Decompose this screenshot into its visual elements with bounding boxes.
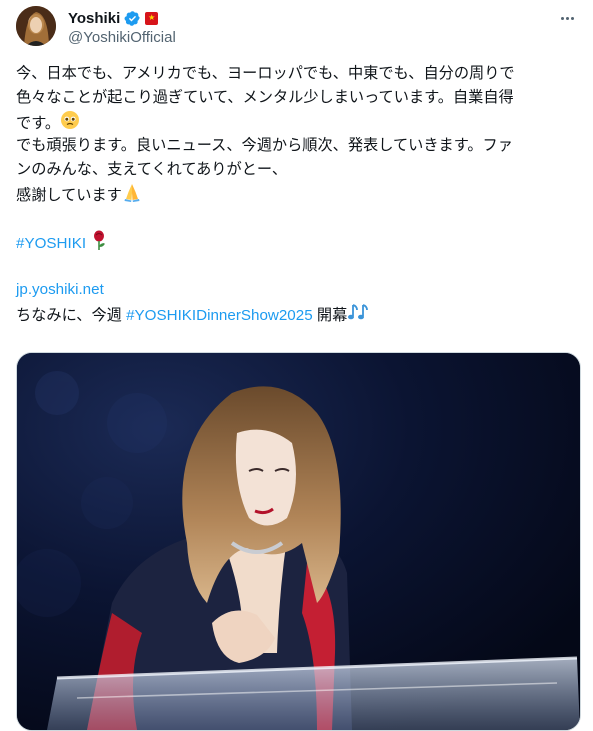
folded-hands-emoji xyxy=(122,182,142,210)
external-link[interactable]: jp.yoshiki.net xyxy=(16,281,104,298)
more-options-icon[interactable] xyxy=(557,8,577,28)
tweet-text-suffix: 開幕 xyxy=(312,307,348,325)
rose-emoji xyxy=(90,230,108,258)
tweet-line: でも頑張ります。良いニュース、今週から順次、発表していきます。ファ xyxy=(16,137,513,154)
tweet-line: 色々なことが起こり過ぎていて、メンタル少しまいっています。自業自得 xyxy=(16,89,514,106)
tweet-text-prefix: ちなみに、今週 xyxy=(16,307,127,325)
flag-icon: ★ xyxy=(145,11,159,25)
avatar[interactable] xyxy=(16,6,56,46)
performer-photo xyxy=(17,353,580,730)
tweet-line: です。 xyxy=(16,115,61,133)
display-name[interactable]: Yoshiki xyxy=(68,10,120,27)
tweet-line: ンのみんな、支えてくれてありがとー、 xyxy=(16,161,288,178)
tweet-media-photo[interactable] xyxy=(16,352,581,731)
tweet-line: 感謝しています xyxy=(16,187,122,205)
tweet-text: 今、日本でも、アメリカでも、ヨーロッパでも、中東でも、自分の周りで 色々なことが… xyxy=(16,62,581,326)
user-handle[interactable]: @YoshikiOfficial xyxy=(68,29,176,46)
verified-badge-icon xyxy=(124,10,141,27)
tweet-line: 今、日本でも、アメリカでも、ヨーロッパでも、中東でも、自分の周りで xyxy=(16,65,515,82)
hashtag-link[interactable]: #YOSHIKIDinnerShow2025 xyxy=(126,307,313,324)
tweet-header: Yoshiki ★ @YoshikiOfficial xyxy=(16,6,577,50)
hashtag-link[interactable]: #YOSHIKI xyxy=(16,235,86,252)
musical-notes-emoji xyxy=(347,302,369,330)
